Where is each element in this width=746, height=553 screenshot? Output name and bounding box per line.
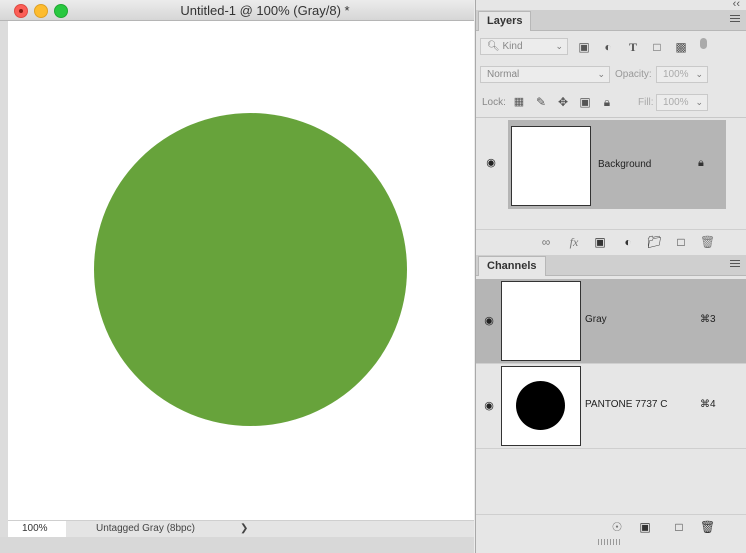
info-menu-arrow[interactable]: ❯ xyxy=(240,521,248,537)
document-title: Untitled-1 @ 100% (Gray/8) * xyxy=(180,3,350,18)
document-canvas[interactable] xyxy=(8,21,474,520)
filter-kind-value: Kind xyxy=(502,41,523,52)
blend-mode-value: Normal xyxy=(487,69,520,80)
channel-shortcut: ⌘3 xyxy=(700,314,716,325)
panel-dock: ‹‹ Layers 🔍︎ Kind ⌄ ▣ ◐ T □ ▩ Normal ⌄ O… xyxy=(475,0,746,553)
trash-icon[interactable]: 🗑︎ xyxy=(700,520,715,534)
search-icon: 🔍︎ xyxy=(487,41,500,52)
channel-thumbnail xyxy=(501,366,581,446)
visibility-eye-icon[interactable]: ◉ xyxy=(482,316,496,327)
lock-transparent-pixels-icon[interactable]: ▦ xyxy=(512,95,526,109)
opacity-label: Opacity: xyxy=(615,69,652,80)
channel-row-gray[interactable]: ◉ Gray ⌘3 xyxy=(476,279,746,364)
image-filter-icon[interactable]: ▣ xyxy=(577,40,591,54)
zoom-window-button[interactable] xyxy=(54,4,68,18)
channel-thumbnail xyxy=(501,281,581,361)
smart-object-filter-icon[interactable]: ▩ xyxy=(674,40,688,54)
zoom-level-field[interactable]: 100% xyxy=(8,521,66,537)
type-filter-icon[interactable]: T xyxy=(626,40,640,54)
channel-row-pantone[interactable]: ◉ PANTONE 7737 C ⌘4 xyxy=(476,364,746,449)
opacity-field[interactable]: 100% ⌄ xyxy=(656,66,708,83)
layers-panel-menu-icon[interactable] xyxy=(730,15,740,24)
window-bottom-edge xyxy=(0,537,474,553)
layer-row-background[interactable]: Background 🔒︎ xyxy=(508,120,726,209)
chevron-down-icon: ⌄ xyxy=(555,41,563,51)
load-selection-icon[interactable]: ☉ xyxy=(610,520,624,534)
mask-icon[interactable]: ▣ xyxy=(593,235,607,249)
adjustment-icon[interactable]: ◐ xyxy=(621,235,635,249)
fill-label: Fill: xyxy=(638,97,654,108)
layer-name: Background xyxy=(598,159,652,170)
panel-resize-grip[interactable] xyxy=(598,539,620,545)
document-window: Untitled-1 @ 100% (Gray/8) * 100% Untagg… xyxy=(0,0,474,553)
minimize-window-button[interactable] xyxy=(34,4,48,18)
fx-icon[interactable]: fx xyxy=(567,235,581,250)
channels-tab-bar: Channels xyxy=(476,255,746,276)
visibility-eye-icon[interactable]: ◉ xyxy=(484,158,498,169)
adjustment-filter-icon[interactable]: ◐ xyxy=(601,40,615,54)
document-info-text: Untagged Gray (8bpc) xyxy=(96,523,195,534)
chevron-down-icon: ⌄ xyxy=(695,97,703,107)
close-window-button[interactable] xyxy=(14,4,28,18)
opacity-value: 100% xyxy=(663,69,689,80)
visibility-eye-icon[interactable]: ◉ xyxy=(482,401,496,412)
channels-panel-menu-icon[interactable] xyxy=(730,260,740,269)
channels-footer-toolbar: ☉ ▣ □ 🗑︎ xyxy=(476,514,746,540)
black-circle-mask xyxy=(516,381,565,430)
fill-value: 100% xyxy=(663,97,689,108)
channel-name: PANTONE 7737 C xyxy=(585,399,668,410)
lock-artboard-icon[interactable]: ▣ xyxy=(578,95,592,109)
link-icon[interactable]: ∞ xyxy=(539,235,553,249)
layers-footer-toolbar: ∞ fx ▣ ◐ 📁︎ □ 🗑︎ xyxy=(476,229,746,255)
status-bar: 100% Untagged Gray (8bpc) ❯ xyxy=(8,520,474,537)
green-circle-shape xyxy=(94,113,407,426)
shape-filter-icon[interactable]: □ xyxy=(650,40,664,54)
lock-position-icon[interactable]: ✥ xyxy=(556,95,570,109)
layer-lock-icon[interactable]: 🔒︎ xyxy=(698,157,704,170)
layers-list: ◉ Background 🔒︎ xyxy=(476,117,746,230)
channel-shortcut: ⌘4 xyxy=(700,399,716,410)
layers-tab-bar: Layers xyxy=(476,10,746,31)
chevron-down-icon: ⌄ xyxy=(597,69,605,79)
lock-label: Lock: xyxy=(482,97,506,108)
layer-filter-dropdown[interactable]: 🔍︎ Kind ⌄ xyxy=(480,38,568,55)
tab-layers[interactable]: Layers xyxy=(478,11,532,31)
save-selection-icon[interactable]: ▣ xyxy=(638,520,652,534)
lock-image-pixels-icon[interactable]: ✎ xyxy=(534,95,548,109)
fill-field[interactable]: 100% ⌄ xyxy=(656,94,708,111)
folder-icon[interactable]: 📁︎ xyxy=(647,235,662,249)
title-bar[interactable]: Untitled-1 @ 100% (Gray/8) * xyxy=(0,0,474,21)
channel-name: Gray xyxy=(585,314,607,325)
trash-icon[interactable]: 🗑︎ xyxy=(700,235,715,249)
lock-all-icon[interactable]: 🔒︎ xyxy=(600,95,614,109)
chevron-down-icon: ⌄ xyxy=(695,69,703,79)
new-layer-icon[interactable]: □ xyxy=(674,235,688,249)
tab-channels[interactable]: Channels xyxy=(478,256,546,276)
collapse-panels-icon[interactable]: ‹‹ xyxy=(733,0,740,10)
layer-thumbnail xyxy=(511,126,591,206)
new-channel-icon[interactable]: □ xyxy=(672,520,686,534)
blend-mode-dropdown[interactable]: Normal ⌄ xyxy=(480,66,610,83)
filter-toggle-icon[interactable] xyxy=(700,38,707,49)
